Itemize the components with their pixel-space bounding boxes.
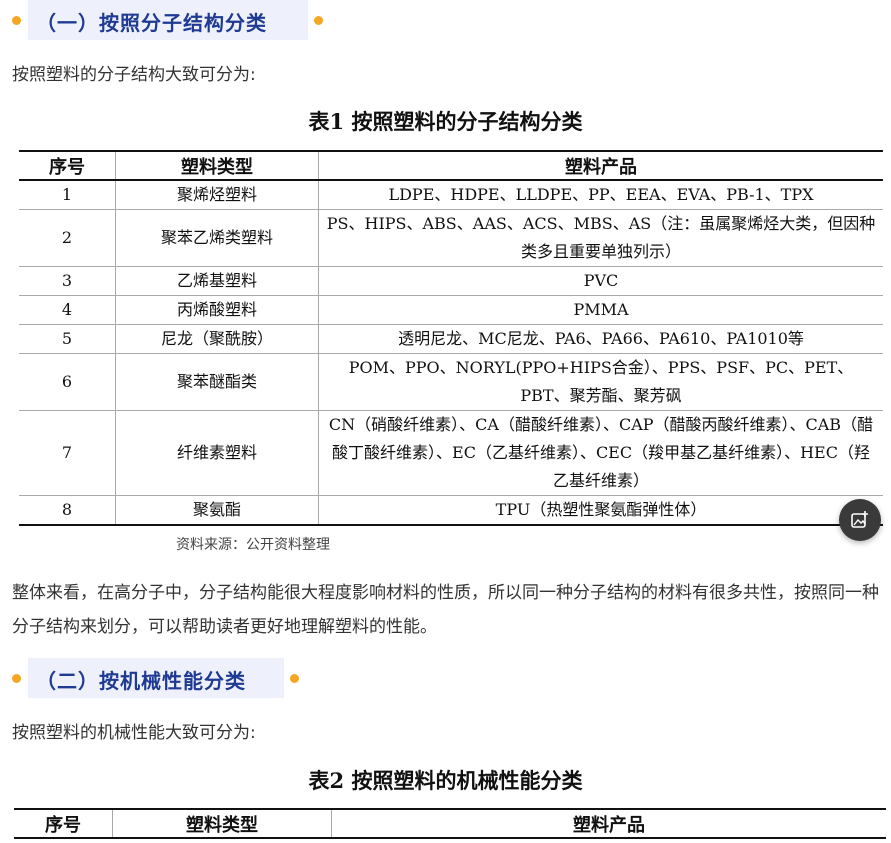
- image-edit-icon: [851, 511, 868, 528]
- bullet-dot-icon: [290, 674, 299, 683]
- table-row: 1 聚烯烃塑料 LDPE、HDPE、LLDPE、PP、EEA、EVA、PB-1、…: [19, 180, 883, 210]
- bullet-dot-icon: [314, 16, 323, 25]
- row-no: 1: [19, 180, 116, 210]
- table1-header-row: 序号 塑料类型 塑料产品: [19, 150, 883, 181]
- row-products: PMMA: [318, 295, 883, 325]
- row-no: 5: [19, 324, 116, 354]
- table1-header-products: 塑料产品: [318, 150, 883, 181]
- table2-header-products: 塑料产品: [331, 808, 886, 839]
- row-no: 2: [19, 209, 116, 267]
- row-no: 4: [19, 295, 116, 325]
- row-products: PS、HIPS、ABS、AAS、ACS、MBS、AS（注：虽属聚烯烃大类，但因种…: [318, 209, 883, 267]
- section2-title: （二）按机械性能分类: [36, 669, 246, 693]
- row-no: 3: [19, 266, 116, 296]
- row-no: 6: [19, 353, 116, 411]
- table2-header-no: 序号: [14, 808, 113, 839]
- row-type: 乙烯基塑料: [115, 266, 319, 296]
- table-row: 5 尼龙（聚酰胺） 透明尼龙、MC尼龙、PA6、PA66、PA610、PA101…: [19, 324, 883, 354]
- image-edit-button[interactable]: [839, 499, 881, 541]
- row-type: 丙烯酸塑料: [115, 295, 319, 325]
- row-products: LDPE、HDPE、LLDPE、PP、EEA、EVA、PB-1、TPX: [318, 180, 883, 210]
- table-row: 3 乙烯基塑料 PVC: [19, 266, 883, 296]
- table-row: 7 纤维素塑料 CN（硝酸纤维素）、CA（醋酸纤维素）、CAP（醋酸丙酸纤维素）…: [19, 410, 883, 496]
- row-products: POM、PPO、NORYL(PPO+HIPS合金）、PPS、PSF、PC、PET…: [318, 353, 883, 411]
- table2-header-row: 序号 塑料类型 塑料产品: [14, 808, 886, 839]
- row-type: 尼龙（聚酰胺）: [115, 324, 319, 354]
- intro1-text: 按照塑料的分子结构大致可分为:: [12, 65, 256, 85]
- section1-title: （一）按照分子结构分类: [36, 11, 267, 35]
- table-row: 2 聚苯乙烯类塑料 PS、HIPS、ABS、AAS、ACS、MBS、AS（注：虽…: [19, 209, 883, 267]
- row-products: PVC: [318, 266, 883, 296]
- row-type: 聚苯乙烯类塑料: [115, 209, 319, 267]
- table1-caption: 表1 按照塑料的分子结构分类: [308, 109, 583, 134]
- row-no: 8: [19, 495, 116, 526]
- section1-heading: （一）按照分子结构分类: [0, 0, 330, 40]
- row-products: 透明尼龙、MC尼龙、PA6、PA66、PA610、PA1010等: [318, 324, 883, 354]
- row-no: 7: [19, 410, 116, 496]
- table1-header-no: 序号: [19, 150, 116, 181]
- table-row: 4 丙烯酸塑料 PMMA: [19, 295, 883, 325]
- row-type: 聚氨酯: [115, 495, 319, 526]
- table2-header-type: 塑料类型: [112, 808, 332, 839]
- table1: 序号 塑料类型 塑料产品 1 聚烯烃塑料 LDPE、HDPE、LLDPE、PP、…: [19, 150, 883, 526]
- bullet-dot-icon: [12, 16, 21, 25]
- table1-source: 资料来源：公开资料整理: [176, 537, 330, 553]
- section2-heading: （二）按机械性能分类: [0, 658, 330, 698]
- intro2-text: 按照塑料的机械性能大致可分为:: [12, 723, 256, 743]
- table1-header-type: 塑料类型: [115, 150, 319, 181]
- row-type: 聚苯醚酯类: [115, 353, 319, 411]
- table2-caption: 表2 按照塑料的机械性能分类: [308, 768, 583, 793]
- row-type: 聚烯烃塑料: [115, 180, 319, 210]
- bullet-dot-icon: [12, 674, 21, 683]
- row-type: 纤维素塑料: [115, 410, 319, 496]
- table2: 序号 塑料类型 塑料产品: [14, 808, 886, 839]
- summary-text: 整体来看，在高分子中，分子结构能很大程度影响材料的性质，所以同一种分子结构的材料…: [12, 583, 879, 637]
- table-row: 6 聚苯醚酯类 POM、PPO、NORYL(PPO+HIPS合金）、PPS、PS…: [19, 353, 883, 411]
- row-products: CN（硝酸纤维素）、CA（醋酸纤维素）、CAP（醋酸丙酸纤维素）、CAB（醋酸丁…: [318, 410, 883, 496]
- row-products: TPU（热塑性聚氨酯弹性体）: [318, 495, 883, 526]
- table-row: 8 聚氨酯 TPU（热塑性聚氨酯弹性体）: [19, 495, 883, 526]
